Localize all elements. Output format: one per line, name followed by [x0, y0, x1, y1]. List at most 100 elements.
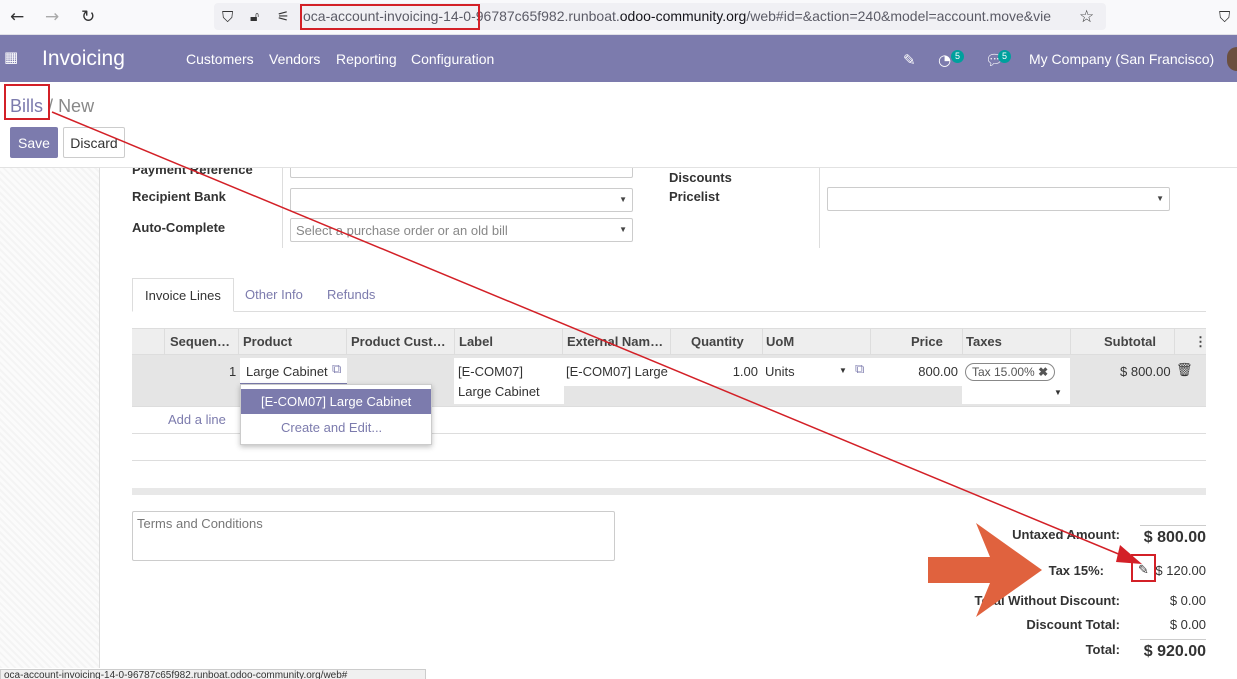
annotation-edit-highlight: [1131, 554, 1156, 582]
pricelist-select[interactable]: ▼: [827, 187, 1170, 211]
row-divider: [132, 460, 1206, 461]
total-without-discount-value: $ 0.00: [1169, 593, 1206, 608]
breadcrumb-current: New: [58, 96, 95, 116]
col-price[interactable]: Price: [911, 334, 943, 349]
caret-down-icon: ▼: [619, 195, 627, 204]
tax-label: Tax 15%:: [1048, 563, 1104, 578]
discount-total-label: Discount Total:: [1026, 617, 1120, 632]
auto-complete-select[interactable]: Select a purchase order or an old bill ▼: [290, 218, 633, 242]
col-taxes[interactable]: Taxes: [966, 334, 1002, 349]
tax-tag: Tax 15.00% ✖: [965, 363, 1056, 381]
price-input[interactable]: 800.00: [871, 358, 963, 386]
terms-placeholder: Terms and Conditions: [137, 516, 263, 531]
col-sequence[interactable]: Sequen…: [170, 334, 236, 349]
browser-toolbar: ← → ↻ ⛉ 🔓︎ ⚟ oca-account-invoicing-14-0-…: [0, 0, 1237, 35]
tab-invoice-lines[interactable]: Invoice Lines: [132, 278, 234, 312]
sheet-background: [0, 168, 100, 668]
annotation-url-highlight: [300, 4, 480, 30]
tab-other-info[interactable]: Other Info: [233, 278, 315, 312]
annotation-bills-highlight: [4, 84, 50, 120]
untaxed-amount-value: $ 800.00: [1143, 529, 1206, 546]
notebook-tabs: Invoice Lines Other Info Refunds: [132, 278, 1206, 312]
auto-complete-label: Auto-Complete: [132, 220, 226, 235]
col-product-customer[interactable]: Product Cust…: [351, 334, 447, 349]
caret-down-icon: ▼: [1156, 194, 1164, 203]
quantity-input[interactable]: 1.00: [670, 358, 763, 386]
caret-down-icon: ▼: [839, 366, 847, 375]
discounts-label: Discounts: [669, 170, 732, 185]
note-edit-icon[interactable]: ✎: [903, 51, 916, 69]
discount-total-value: $ 0.00: [1169, 617, 1206, 632]
col-subtotal[interactable]: Subtotal: [1104, 334, 1156, 349]
reload-icon[interactable]: ↻: [81, 7, 95, 27]
activity-clock-icon[interactable]: ◔: [938, 51, 951, 69]
field-divider: [282, 168, 283, 248]
forward-arrow-icon[interactable]: →: [45, 7, 59, 27]
uom-select[interactable]: Units ▼ ⧉: [763, 358, 871, 386]
field-divider: [819, 168, 820, 248]
discard-button[interactable]: Discard: [63, 127, 125, 158]
payment-reference-label: Payment Reference: [132, 168, 253, 177]
tax-tag-label: Tax 15.00%: [972, 365, 1035, 379]
top-navbar: ▦ Invoicing Customers Vendors Reporting …: [0, 35, 1237, 82]
col-label[interactable]: Label: [459, 334, 493, 349]
col-external-name[interactable]: External Nam…: [567, 334, 668, 349]
product-value: Large Cabinet: [246, 364, 328, 379]
tax-value: $ 120.00: [1155, 563, 1206, 578]
total-value: $ 920.00: [1143, 643, 1206, 660]
section-divider: [132, 488, 1206, 495]
total-divider: [1140, 525, 1206, 526]
col-quantity[interactable]: Quantity: [691, 334, 744, 349]
url-domain: odoo-community.org: [619, 8, 747, 24]
label-line2: Large Cabinet: [458, 384, 540, 399]
activity-badge: 5: [951, 50, 965, 63]
menu-configuration[interactable]: Configuration: [411, 51, 494, 67]
add-line-link[interactable]: Add a line: [168, 412, 226, 427]
price-value: 800.00: [918, 364, 958, 379]
app-title[interactable]: Invoicing: [42, 47, 125, 71]
url-path: /web#id=&action=240&model=account.move&v…: [746, 8, 1052, 24]
col-product[interactable]: Product: [243, 334, 292, 349]
dropdown-create-and-edit[interactable]: Create and Edit...: [281, 420, 382, 435]
menu-reporting[interactable]: Reporting: [336, 51, 397, 67]
column-options-icon[interactable]: ⋮: [1194, 334, 1207, 350]
pocket-icon[interactable]: ⛉: [1219, 7, 1230, 27]
trash-icon[interactable]: 🗑︎: [1176, 363, 1193, 378]
permissions-icon[interactable]: ⚟: [277, 7, 290, 27]
recipient-bank-select[interactable]: ▼: [290, 188, 633, 212]
menu-customers[interactable]: Customers: [186, 51, 254, 67]
caret-down-icon: ▼: [1054, 388, 1062, 397]
label-line1: [E-COM07]: [458, 364, 524, 379]
label-input[interactable]: [E-COM07] Large Cabinet: [454, 358, 564, 404]
bookmark-star-icon[interactable]: ☆: [1079, 7, 1094, 27]
product-input[interactable]: Large Cabinet ⧉: [240, 358, 347, 384]
browser-status-bar: oca-account-invoicing-14-0-96787c65f982.…: [0, 669, 426, 679]
company-switcher[interactable]: My Company (San Francisco): [1029, 51, 1214, 67]
external-name-value: [E-COM07] Large: [566, 364, 668, 379]
row-subtotal: $ 800.00: [1120, 364, 1171, 379]
col-uom[interactable]: UoM: [766, 334, 794, 349]
tab-refunds[interactable]: Refunds: [315, 278, 387, 312]
external-link-icon[interactable]: ⧉: [332, 362, 341, 377]
apps-grid-icon[interactable]: ▦: [4, 48, 18, 66]
total-label: Total:: [1085, 642, 1120, 657]
pricelist-label: Pricelist: [669, 189, 720, 204]
external-link-icon[interactable]: ⧉: [855, 362, 864, 377]
auto-complete-placeholder: Select a purchase order or an old bill: [296, 223, 508, 238]
total-divider: [1140, 639, 1206, 640]
uom-value: Units: [765, 364, 795, 379]
external-name-input[interactable]: [E-COM07] Large: [562, 358, 672, 386]
menu-vendors[interactable]: Vendors: [269, 51, 320, 67]
quantity-value: 1.00: [732, 364, 758, 379]
user-avatar[interactable]: [1227, 47, 1237, 71]
back-arrow-icon[interactable]: ←: [10, 7, 24, 27]
remove-tag-icon[interactable]: ✖: [1038, 365, 1048, 379]
shield-icon[interactable]: ⛉: [222, 7, 233, 27]
payment-reference-input[interactable]: [290, 168, 633, 178]
save-button[interactable]: Save: [10, 127, 58, 158]
caret-down-icon: ▼: [619, 225, 627, 234]
recipient-bank-label: Recipient Bank: [132, 189, 226, 204]
row-sequence: 1: [229, 364, 237, 379]
dropdown-option-large-cabinet[interactable]: [E-COM07] Large Cabinet: [241, 389, 431, 414]
lock-crossed-icon[interactable]: 🔓︎: [250, 7, 259, 27]
